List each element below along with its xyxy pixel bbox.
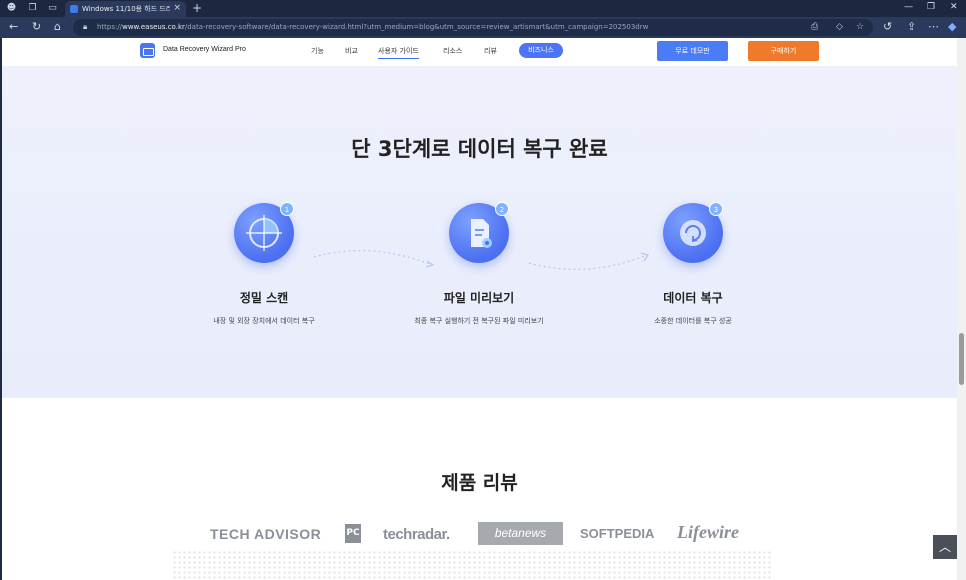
menu-resources[interactable]: 리소스 [443, 46, 462, 56]
menu-compare[interactable]: 비교 [345, 46, 358, 56]
step-title: 데이터 복구 [663, 291, 723, 305]
reviews-title: 제품 리뷰 [441, 472, 518, 494]
sync-icon[interactable]: ↺ [883, 21, 892, 33]
reload-icon[interactable]: ↻ [32, 21, 41, 33]
share-icon[interactable]: ⇪ [907, 21, 916, 33]
back-icon[interactable]: ← [9, 21, 18, 33]
extension-icon[interactable]: ◇ [836, 22, 843, 32]
menu-reviews[interactable]: 리뷰 [484, 46, 497, 56]
tab-title: Windows 11/10용 하드 드라이브 [82, 5, 170, 13]
product-logo-icon[interactable] [140, 43, 155, 58]
home-icon[interactable]: ⌂ [54, 21, 61, 33]
step-restore: 3 데이터 복구 소중한 데이터를 복구 성공 [593, 199, 793, 339]
menu-features[interactable]: 기능 [311, 46, 324, 56]
business-button[interactable]: 비즈니스 [519, 43, 563, 58]
step-description: 최종 복구 실행하기 전 복구된 파일 미리보기 [414, 317, 544, 325]
brand-tech-advisor: TECH ADVISOR [210, 526, 322, 542]
menu-user-guide[interactable]: 사용자 가이드 [378, 46, 419, 59]
step-title: 파일 미리보기 [443, 291, 515, 305]
page-scrollbar[interactable] [957, 38, 966, 580]
world-map-dots [172, 550, 772, 580]
favorite-star-icon[interactable]: ☆ [856, 22, 864, 32]
browser-nav-bar: ← ↻ ⌂ 🔒︎ https://www.easeus.co.kr/data-r… [0, 17, 966, 38]
brand-betanews: betanews [478, 522, 563, 545]
web-page: Data Recovery Wizard Pro 기능 비교 사용자 가이드 리… [2, 38, 957, 580]
new-tab-icon[interactable]: + [192, 1, 202, 15]
buy-button[interactable]: 구매하기 [748, 41, 819, 61]
step-badge: 2 [495, 202, 509, 216]
restore-icon[interactable]: ❐ [927, 2, 935, 12]
browser-tab-active[interactable]: Windows 11/10용 하드 드라이브 × [65, 1, 186, 17]
site-favicon-icon [70, 5, 78, 13]
brand-pc: PC [345, 524, 361, 543]
lock-icon[interactable]: 🔒︎ [83, 22, 87, 32]
step-badge: 1 [280, 202, 294, 216]
brand-techradar: techradar. [383, 526, 450, 543]
product-name[interactable]: Data Recovery Wizard Pro [163, 46, 246, 53]
url-text: https://www.easeus.co.kr/data-recovery-s… [97, 23, 649, 31]
address-bar[interactable]: 🔒︎ https://www.easeus.co.kr/data-recover… [73, 19, 873, 36]
step-badge: 3 [709, 202, 723, 216]
back-to-top-button[interactable]: ︿ [933, 535, 957, 559]
brand-softpedia: SOFTPEDIA [580, 526, 655, 541]
step-description: 소중한 데이터를 복구 성공 [654, 317, 732, 325]
more-menu-icon[interactable]: ⋯ [928, 21, 939, 33]
tab-close-icon[interactable]: × [173, 3, 181, 13]
read-aloud-icon[interactable]: ⎙ [811, 22, 818, 32]
minimize-icon[interactable]: — [904, 2, 913, 12]
step-title: 정밀 스캔 [239, 291, 289, 305]
section-title: 단 3단계로 데이터 복구 완료 [351, 137, 608, 161]
workspaces-icon[interactable]: ❐ [27, 3, 38, 14]
step-description: 내장 및 외장 장치에서 데이터 복구 [213, 317, 315, 325]
site-header: Data Recovery Wizard Pro 기능 비교 사용자 가이드 리… [2, 38, 957, 67]
brand-lifewire: Lifewire [677, 522, 739, 542]
profile-icon[interactable]: ☻ [6, 3, 17, 14]
copilot-icon[interactable]: ◆ [948, 21, 956, 33]
free-demo-button[interactable]: 무료 데모판 [657, 41, 728, 61]
browser-tab-bar: ☻ ❐ ▭ Windows 11/10용 하드 드라이브 × + — ❐ ✕ [0, 0, 966, 17]
scrollbar-thumb[interactable] [959, 333, 964, 385]
window-close-icon[interactable]: ✕ [950, 2, 958, 12]
tab-actions-icon[interactable]: ▭ [47, 3, 58, 14]
steps-section: 단 3단계로 데이터 복구 완료 1 정밀 스캔 내장 및 외장 장치에서 데이… [2, 67, 957, 398]
